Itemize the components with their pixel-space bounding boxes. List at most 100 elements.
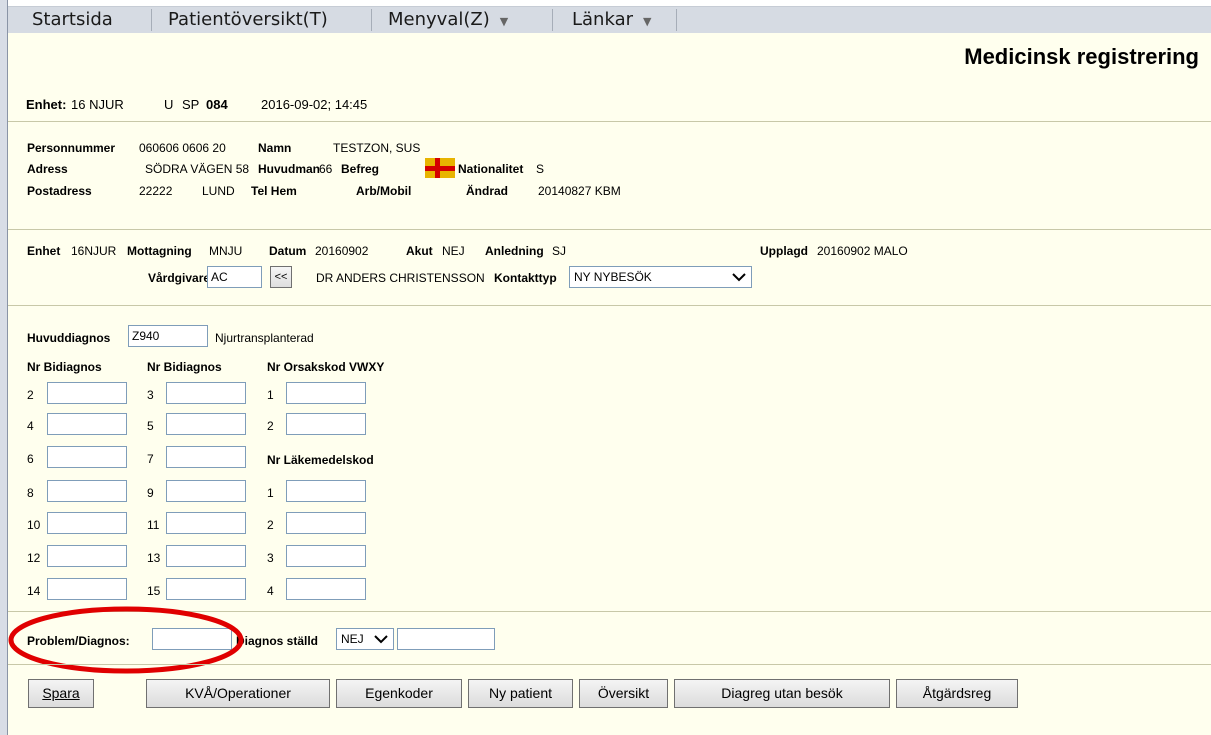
postnummer-value: 22222 <box>139 184 173 198</box>
problem-diagnos-input[interactable] <box>152 628 232 650</box>
visit-enhet-value: 16NJUR <box>71 244 117 258</box>
lakemedelskod-nr: 1 <box>267 486 274 500</box>
diagnos-stalld-select[interactable]: NEJ <box>336 628 394 650</box>
spara-button[interactable]: Spara <box>28 679 94 708</box>
ort-value: LUND <box>202 184 235 198</box>
bidiagnos-input[interactable] <box>47 545 127 567</box>
upplagd-value: 20160902 MALO <box>817 244 908 258</box>
bidiagnos-input[interactable] <box>47 382 127 404</box>
huvuddiagnos-text: Njurtransplanterad <box>215 331 314 345</box>
window-left-border <box>0 0 8 735</box>
sp-label: SP <box>182 97 200 112</box>
chevron-down-icon <box>732 273 746 282</box>
befreg-label: Befreg <box>341 162 380 176</box>
datum-value: 20160902 <box>315 244 369 258</box>
postadress-label: Postadress <box>27 184 92 198</box>
lakemedelskod-nr: 3 <box>267 551 274 565</box>
bidiagnos-input[interactable] <box>47 446 127 468</box>
nationalitet-value: S <box>536 162 545 176</box>
bidiagnos-nr: 4 <box>27 419 34 433</box>
namn-label: Namn <box>258 141 292 155</box>
orsakskod-nr: 1 <box>267 388 274 402</box>
kontakttyp-value: NY NYBESÖK <box>574 270 652 284</box>
menu-startsida-label: Startsida <box>32 9 113 30</box>
huvudman-value: 66 <box>319 162 333 176</box>
akut-value: NEJ <box>442 244 465 258</box>
lakemedelskod-header: Nr Läkemedelskod <box>267 453 374 467</box>
lakemedelskod-input[interactable] <box>286 512 366 534</box>
menu-patientoversikt[interactable]: Patientöversikt(T) <box>160 7 370 33</box>
divider <box>8 229 1211 230</box>
enhet-value: 16 NJUR <box>71 97 124 112</box>
adress-label: Adress <box>27 162 68 176</box>
bidiagnos-input[interactable] <box>166 578 246 600</box>
vardgivare-lookup-button[interactable]: << <box>270 266 292 288</box>
bidiagnos-nr: 11 <box>147 518 160 532</box>
bidiagnos-input[interactable] <box>166 512 246 534</box>
oversikt-button[interactable]: Översikt <box>579 679 668 708</box>
menu-lankar-label: Länkar <box>572 9 634 30</box>
divider <box>8 664 1211 665</box>
diagnos-stalld-value: NEJ <box>341 632 364 646</box>
bidiagnos-input[interactable] <box>47 512 127 534</box>
mottagning-value: MNJU <box>209 244 243 258</box>
adress-value: SÖDRA VÄGEN 58 <box>145 162 250 176</box>
bidiagnos-nr: 2 <box>27 388 34 402</box>
menu-lankar[interactable]: Länkar ▼ <box>564 7 684 33</box>
diagnos-stalld-date-input[interactable] <box>397 628 495 650</box>
kva-operationer-button[interactable]: KVÅ/Operationer <box>146 679 330 708</box>
visit-enhet-label: Enhet <box>27 244 61 258</box>
bidiagnos-input[interactable] <box>47 413 127 435</box>
personnummer-label: Personnummer <box>27 141 116 155</box>
vardgivare-input[interactable] <box>207 266 262 288</box>
chevron-down-icon <box>374 635 388 644</box>
kontakttyp-select[interactable]: NY NYBESÖK <box>569 266 752 288</box>
spara-button-label: Spara <box>42 685 80 701</box>
chevron-down-icon: ▼ <box>643 15 652 28</box>
menu-menyval[interactable]: Menyval(Z) ▼ <box>380 7 550 33</box>
menu-menyval-label: Menyval(Z) <box>388 9 490 30</box>
menu-startsida[interactable]: Startsida <box>24 7 144 33</box>
akut-label: Akut <box>406 244 433 258</box>
huvudman-label: Huvudman <box>258 162 321 176</box>
egenkoder-button[interactable]: Egenkoder <box>336 679 462 708</box>
diagreg-utan-besok-button[interactable]: Diagreg utan besök <box>674 679 890 708</box>
bidiagnos-input[interactable] <box>166 446 246 468</box>
menu-patientoversikt-label: Patientöversikt(T) <box>168 9 328 30</box>
bidiagnos-nr: 6 <box>27 452 34 466</box>
andrad-value: 20140827 KBM <box>538 184 621 198</box>
unit-u: U <box>164 97 174 112</box>
bidiagnos-header-1: Nr Bidiagnos <box>27 360 102 374</box>
mottagning-label: Mottagning <box>127 244 192 258</box>
bidiagnos-input[interactable] <box>47 578 127 600</box>
sp-value: 084 <box>206 97 228 112</box>
lakemedelskod-input[interactable] <box>286 545 366 567</box>
lakemedelskod-input[interactable] <box>286 480 366 502</box>
bidiagnos-nr: 14 <box>27 584 41 598</box>
bidiagnos-nr: 8 <box>27 486 34 500</box>
bidiagnos-input[interactable] <box>166 545 246 567</box>
upplagd-label: Upplagd <box>760 244 808 258</box>
problem-diagnos-label: Problem/Diagnos: <box>27 634 130 648</box>
bidiagnos-input[interactable] <box>47 480 127 502</box>
huvuddiagnos-label: Huvuddiagnos <box>27 331 111 345</box>
orsakskod-header: Nr Orsakskod VWXY <box>267 360 385 374</box>
flag-icon <box>425 158 455 178</box>
bidiagnos-nr: 10 <box>27 518 41 532</box>
orsakskod-input[interactable] <box>286 413 366 435</box>
lakemedelskod-input[interactable] <box>286 578 366 600</box>
menu-bar: Startsida Patientöversikt(T) Menyval(Z) ▼… <box>8 6 1211 34</box>
bidiagnos-input[interactable] <box>166 413 246 435</box>
kontakttyp-label: Kontakttyp <box>494 271 557 285</box>
bidiagnos-input[interactable] <box>166 480 246 502</box>
telhem-label: Tel Hem <box>251 184 297 198</box>
anledning-label: Anledning <box>485 244 544 258</box>
vardgivare-label: Vårdgivare <box>148 271 211 285</box>
ny-patient-button[interactable]: Ny patient <box>468 679 573 708</box>
bidiagnos-nr: 5 <box>147 419 154 433</box>
huvuddiagnos-input[interactable] <box>128 325 208 347</box>
atgardsreg-button[interactable]: Åtgärdsreg <box>896 679 1018 708</box>
anledning-value: SJ <box>552 244 567 258</box>
bidiagnos-input[interactable] <box>166 382 246 404</box>
orsakskod-input[interactable] <box>286 382 366 404</box>
